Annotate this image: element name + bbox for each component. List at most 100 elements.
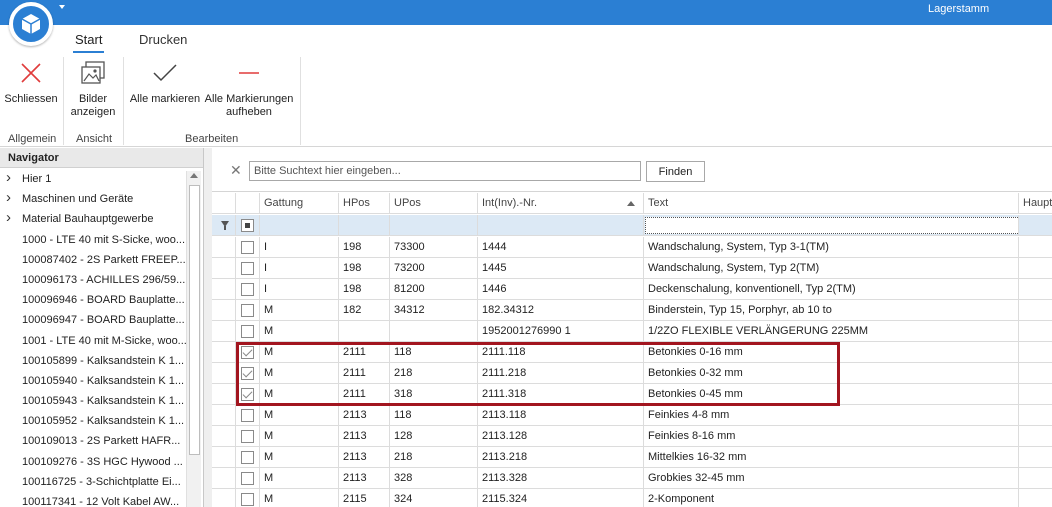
cell-haupt[interactable] (1019, 279, 1052, 300)
cell-gattung[interactable]: M (260, 489, 339, 507)
row-indicator-cell[interactable] (212, 342, 236, 363)
navigator-item[interactable]: 100105952 - Kalksandstein K 1... (0, 411, 186, 431)
filter-cell-text[interactable] (644, 215, 1019, 236)
cell-upos[interactable]: 118 (390, 342, 478, 363)
filter-cell-haupt[interactable] (1019, 215, 1052, 236)
row-indicator-cell[interactable] (212, 258, 236, 279)
filter-cell-int-nr[interactable] (478, 215, 644, 236)
row-checkbox[interactable] (241, 451, 254, 464)
navigator-item[interactable]: › Hier 1 (0, 169, 186, 189)
cell-haupt[interactable] (1019, 489, 1052, 507)
cell-upos[interactable]: 128 (390, 426, 478, 447)
cell-hpos[interactable]: 2113 (339, 468, 390, 489)
cell-int-nr[interactable]: 182.34312 (478, 300, 644, 321)
column-header-hpos[interactable]: HPos (339, 193, 390, 214)
cell-int-nr[interactable]: 1445 (478, 258, 644, 279)
table-row[interactable]: M 2113 118 2113.118 Feinkies 4-8 mm (212, 405, 1052, 426)
row-checkbox[interactable] (241, 304, 254, 317)
navigator-item[interactable]: 100116725 - 3-Schichtplatte Ei... (0, 472, 186, 492)
navigator-item[interactable]: 100117341 - 12 Volt Kabel AW... (0, 492, 186, 507)
navigator-item[interactable]: 100109276 - 3S HGC Hywood ... (0, 452, 186, 472)
navigator-item[interactable]: › Maschinen und Geräte (0, 189, 186, 209)
cell-int-nr[interactable]: 2111.218 (478, 363, 644, 384)
cell-text[interactable]: 1/2ZO FLEXIBLE VERLÄNGERUNG 225MM (644, 321, 1019, 342)
cell-upos[interactable]: 218 (390, 363, 478, 384)
tab-drucken[interactable]: Drucken (139, 32, 187, 47)
row-checkbox[interactable] (241, 262, 254, 275)
cell-hpos[interactable]: 198 (339, 258, 390, 279)
cell-int-nr[interactable]: 2113.128 (478, 426, 644, 447)
table-row[interactable]: M 2113 218 2113.218 Mittelkies 16-32 mm (212, 447, 1052, 468)
cell-int-nr[interactable]: 2111.318 (478, 384, 644, 405)
row-indicator-cell[interactable] (212, 405, 236, 426)
row-indicator-cell[interactable] (212, 468, 236, 489)
navigator-item[interactable]: 100105899 - Kalksandstein K 1... (0, 351, 186, 371)
cell-int-nr[interactable]: 2111.118 (478, 342, 644, 363)
cell-gattung[interactable]: M (260, 384, 339, 405)
table-row[interactable]: M 2113 128 2113.128 Feinkies 8-16 mm (212, 426, 1052, 447)
cell-hpos[interactable]: 182 (339, 300, 390, 321)
row-checkbox[interactable] (241, 241, 254, 254)
unmark-all-button[interactable]: Alle Markierungen aufheben (204, 53, 294, 119)
cell-text[interactable]: Betonkies 0-16 mm (644, 342, 1019, 363)
cell-int-nr[interactable]: 2115.324 (478, 489, 644, 507)
navigator-item[interactable]: 100109013 - 2S Parkett HAFR... (0, 431, 186, 451)
cell-upos[interactable]: 324 (390, 489, 478, 507)
navigator-item[interactable]: 100096947 - BOARD Bauplatte... (0, 310, 186, 330)
column-header-int-nr[interactable]: Int(Inv).-Nr. (478, 193, 644, 214)
tab-start[interactable]: Start (72, 32, 105, 53)
cell-upos[interactable]: 34312 (390, 300, 478, 321)
row-indicator-cell[interactable] (212, 489, 236, 507)
cell-hpos[interactable]: 198 (339, 237, 390, 258)
table-row[interactable]: M 182 34312 182.34312 Binderstein, Typ 15, P… (212, 300, 1052, 321)
search-input[interactable] (249, 161, 641, 181)
cell-gattung[interactable]: M (260, 447, 339, 468)
table-row[interactable]: I 198 81200 1446 Deckenschalung, konventione… (212, 279, 1052, 300)
cell-gattung[interactable]: M (260, 405, 339, 426)
row-checkbox[interactable] (241, 346, 254, 359)
cell-text[interactable]: Feinkies 4-8 mm (644, 405, 1019, 426)
cell-gattung[interactable]: I (260, 237, 339, 258)
navigator-item[interactable]: 100105940 - Kalksandstein K 1... (0, 371, 186, 391)
row-checkbox[interactable] (241, 430, 254, 443)
cell-upos[interactable]: 318 (390, 384, 478, 405)
row-indicator-cell[interactable] (212, 300, 236, 321)
row-checkbox[interactable] (241, 388, 254, 401)
column-header-upos[interactable]: UPos (390, 193, 478, 214)
row-indicator-cell[interactable] (212, 321, 236, 342)
cell-upos[interactable]: 73300 (390, 237, 478, 258)
table-row[interactable]: M 2111 218 2111.218 Betonkies 0-32 mm (212, 363, 1052, 384)
cell-haupt[interactable] (1019, 321, 1052, 342)
chevron-right-icon[interactable]: › (6, 209, 11, 227)
cell-upos[interactable]: 218 (390, 447, 478, 468)
cell-gattung[interactable]: I (260, 279, 339, 300)
cell-text[interactable]: Wandschalung, System, Typ 3-1(TM) (644, 237, 1019, 258)
cell-gattung[interactable]: M (260, 342, 339, 363)
table-row[interactable]: I 198 73200 1445 Wandschalung, System, Typ 2… (212, 258, 1052, 279)
cell-int-nr[interactable]: 1446 (478, 279, 644, 300)
cell-hpos[interactable]: 2113 (339, 405, 390, 426)
panel-splitter[interactable] (204, 148, 212, 507)
quick-access-dropdown-icon[interactable] (59, 5, 65, 9)
cell-haupt[interactable] (1019, 258, 1052, 279)
cell-hpos[interactable]: 2113 (339, 426, 390, 447)
cell-hpos[interactable]: 2111 (339, 384, 390, 405)
row-indicator-cell[interactable] (212, 363, 236, 384)
cell-haupt[interactable] (1019, 342, 1052, 363)
filter-text-input[interactable] (645, 217, 1018, 234)
row-checkbox[interactable] (241, 325, 254, 338)
row-checkbox[interactable] (241, 409, 254, 422)
cell-hpos[interactable]: 2111 (339, 342, 390, 363)
scroll-up-icon[interactable] (190, 173, 198, 178)
navigator-scrollbar[interactable] (186, 171, 201, 507)
cell-text[interactable]: Feinkies 8-16 mm (644, 426, 1019, 447)
table-row[interactable]: I 198 73300 1444 Wandschalung, System, Typ 3… (212, 237, 1052, 258)
row-checkbox[interactable] (241, 472, 254, 485)
navigator-item[interactable]: 100096173 - ACHILLES 296/59... (0, 270, 186, 290)
navigator-item[interactable]: › Material Bauhauptgewerbe (0, 209, 186, 229)
cell-upos[interactable]: 328 (390, 468, 478, 489)
navigator-item[interactable]: 100087402 - 2S Parkett FREEP... (0, 250, 186, 270)
cell-text[interactable]: Deckenschalung, konventionell, Typ 2(TM) (644, 279, 1019, 300)
cell-text[interactable]: 2-Komponent (644, 489, 1019, 507)
cell-gattung[interactable]: M (260, 363, 339, 384)
